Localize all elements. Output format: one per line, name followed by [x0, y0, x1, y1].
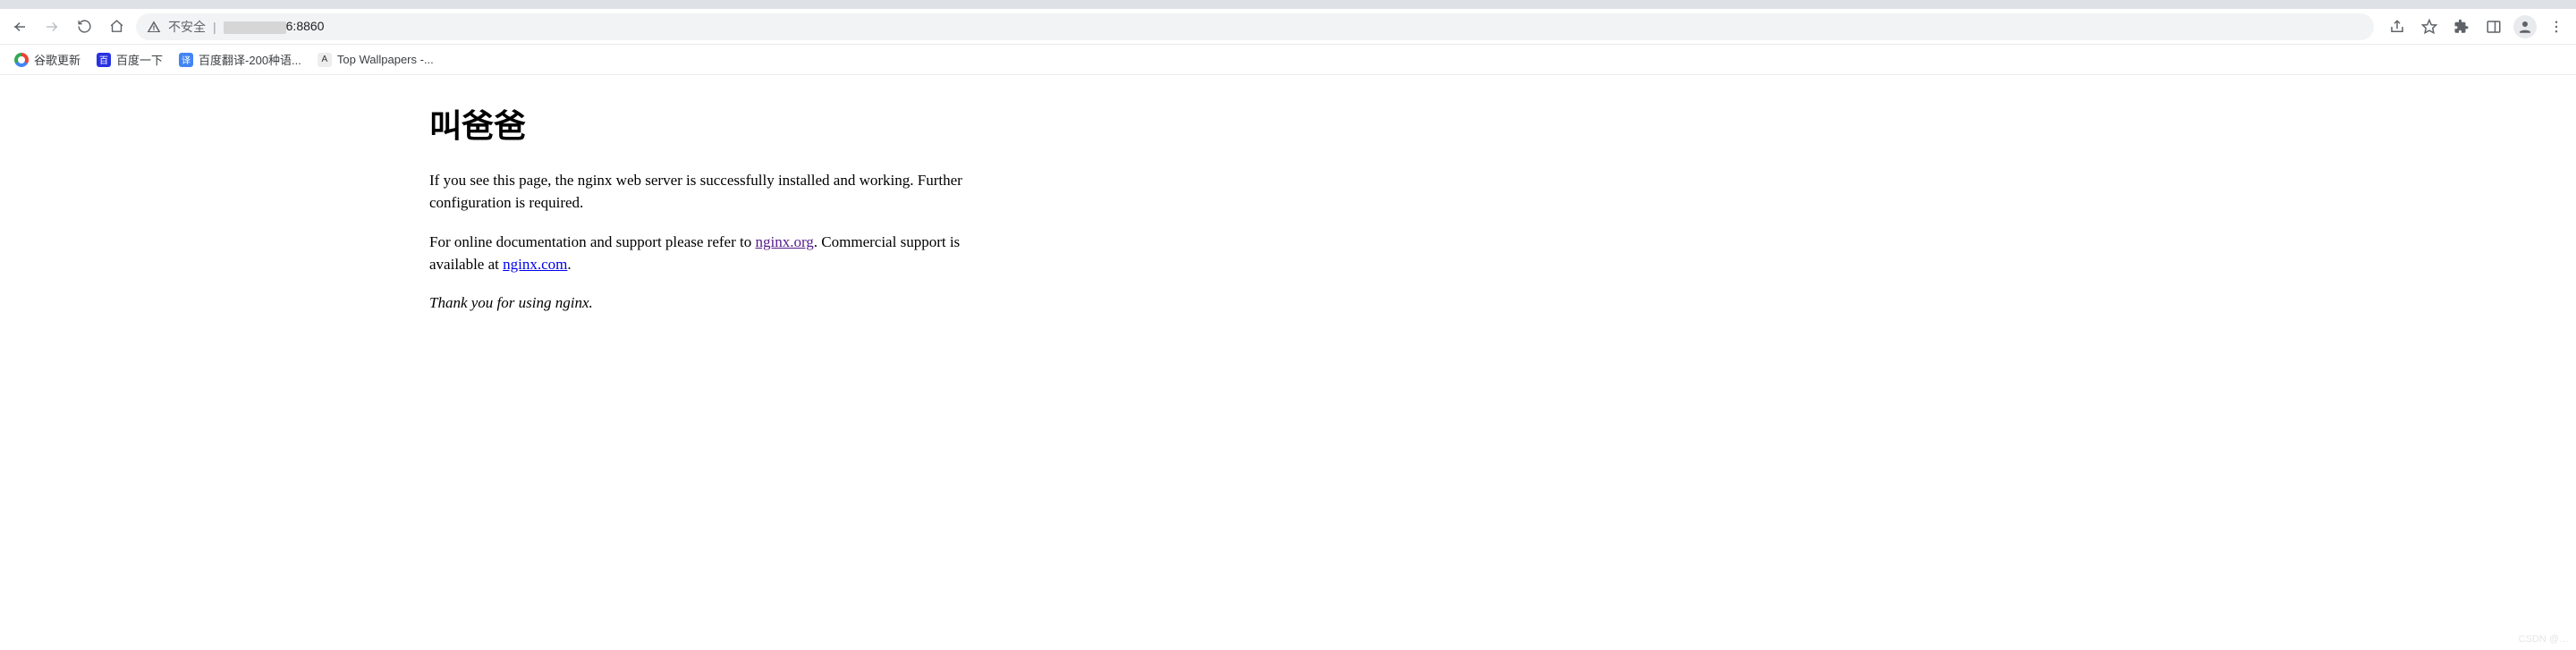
- nginx-org-link[interactable]: nginx.org: [755, 233, 813, 250]
- welcome-paragraph: If you see this page, the nginx web serv…: [429, 170, 1002, 214]
- share-icon: [2389, 19, 2405, 35]
- toolbar-right: [2385, 14, 2569, 39]
- bookmark-item-chrome-update[interactable]: 谷歌更新: [9, 47, 86, 72]
- docs-paragraph: For online documentation and support ple…: [429, 232, 1002, 275]
- kebab-menu-button[interactable]: [2544, 14, 2569, 39]
- bookmark-label: 谷歌更新: [34, 51, 80, 68]
- chrome-icon: [14, 53, 29, 67]
- reload-icon: [77, 19, 92, 34]
- url-text: 6:8860: [224, 19, 325, 33]
- thank-you-text: Thank you for using nginx.: [429, 294, 1002, 312]
- browser-toolbar: 不安全 | 6:8860: [0, 9, 2576, 45]
- reload-button[interactable]: [72, 14, 97, 39]
- bookmark-star-button[interactable]: [2417, 14, 2442, 39]
- url-redacted-part: [224, 21, 286, 34]
- bookmark-label: 百度翻译-200种语...: [199, 51, 301, 68]
- watermark: CSDN @…: [2519, 634, 2569, 645]
- bookmark-item-wallpapers[interactable]: A Top Wallpapers -...: [312, 49, 439, 71]
- share-button[interactable]: [2385, 14, 2410, 39]
- profile-avatar[interactable]: [2513, 15, 2537, 38]
- panel-icon: [2486, 19, 2502, 35]
- arrow-right-icon: [44, 19, 60, 35]
- page-heading: 叫爸爸: [429, 100, 1002, 147]
- kebab-icon: [2548, 19, 2564, 35]
- not-secure-icon: [147, 20, 161, 34]
- back-button[interactable]: [7, 14, 32, 39]
- nav-buttons: [7, 14, 129, 39]
- baidu-icon: 百: [97, 53, 111, 67]
- bookmarks-bar: 谷歌更新 百 百度一下 译 百度翻译-200种语... A Top Wallpa…: [0, 45, 2576, 75]
- arrow-left-icon: [12, 19, 28, 35]
- forward-button[interactable]: [39, 14, 64, 39]
- bookmark-item-baidu[interactable]: 百 百度一下: [91, 47, 168, 72]
- address-bar[interactable]: 不安全 | 6:8860: [136, 13, 2374, 40]
- star-icon: [2421, 19, 2437, 35]
- docs-pre: For online documentation and support ple…: [429, 233, 755, 250]
- sidepanel-button[interactable]: [2481, 14, 2506, 39]
- puzzle-icon: [2453, 19, 2470, 35]
- tab-strip: [0, 0, 2576, 9]
- nginx-com-link[interactable]: nginx.com: [503, 256, 567, 273]
- page-content: 叫爸爸 If you see this page, the nginx web …: [429, 100, 1002, 312]
- bookmark-label: Top Wallpapers -...: [337, 53, 434, 66]
- wallpaper-icon: A: [318, 53, 332, 67]
- page-viewport: 叫爸爸 If you see this page, the nginx web …: [0, 75, 2576, 348]
- docs-post: .: [567, 256, 571, 273]
- extensions-button[interactable]: [2449, 14, 2474, 39]
- url-divider: |: [213, 20, 216, 34]
- person-icon: [2517, 19, 2533, 35]
- bookmark-label: 百度一下: [116, 51, 163, 68]
- url-suffix: 6:8860: [286, 19, 325, 33]
- translate-icon: 译: [179, 53, 193, 67]
- bookmark-item-baidu-fanyi[interactable]: 译 百度翻译-200种语...: [174, 47, 307, 72]
- home-button[interactable]: [104, 14, 129, 39]
- home-icon: [109, 19, 124, 34]
- security-label: 不安全: [168, 18, 206, 36]
